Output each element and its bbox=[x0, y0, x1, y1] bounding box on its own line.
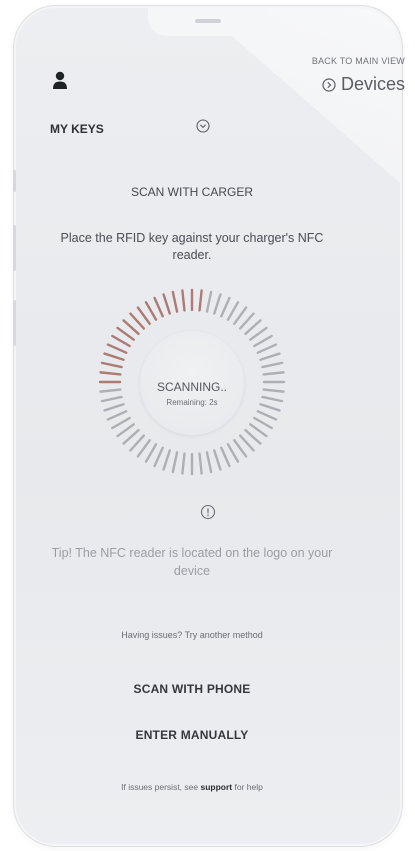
dial-tick-active bbox=[116, 326, 135, 341]
dial-tick-active bbox=[181, 289, 186, 312]
dial-tick bbox=[244, 319, 262, 336]
support-footer: If issues persist, see support for help bbox=[0, 782, 384, 792]
dial-tick bbox=[205, 451, 213, 474]
dial-tick-active bbox=[136, 306, 151, 325]
footer-prefix: If issues persist, see bbox=[121, 782, 199, 792]
phone-notch bbox=[148, 8, 268, 36]
dial-tick-active bbox=[100, 361, 123, 369]
dial-tick bbox=[116, 423, 135, 438]
dial-tick bbox=[256, 410, 278, 421]
dial-tick bbox=[136, 439, 151, 458]
devices-label: Devices bbox=[340, 74, 405, 94]
dial-tick bbox=[262, 371, 285, 376]
dial-tick-active bbox=[106, 343, 128, 354]
dial-tick bbox=[253, 416, 273, 430]
enter-manually-button[interactable]: ENTER MANUALLY bbox=[72, 722, 312, 748]
dial-tick-active bbox=[144, 301, 158, 321]
side-button bbox=[13, 225, 16, 271]
dial-tick-active bbox=[122, 319, 140, 336]
chevron-right-circle-icon bbox=[322, 77, 336, 92]
scan-title: SCAN WITH CARGER bbox=[130, 185, 253, 199]
dial-tick bbox=[226, 443, 240, 463]
dial-tick-active bbox=[99, 371, 122, 376]
dial-tick bbox=[122, 428, 140, 445]
chevron-down-circle-icon[interactable] bbox=[196, 119, 210, 133]
dial-tick bbox=[220, 296, 231, 318]
dial-tick bbox=[153, 446, 164, 468]
side-button bbox=[13, 300, 16, 346]
support-link[interactable]: support bbox=[201, 782, 233, 792]
dial-tick-active bbox=[129, 312, 146, 330]
dial-tick bbox=[259, 352, 281, 361]
dial-tick bbox=[198, 452, 203, 475]
dial-tick bbox=[261, 361, 284, 369]
notch-bar bbox=[195, 19, 221, 23]
person-icon[interactable] bbox=[52, 70, 68, 90]
dial-tick bbox=[144, 443, 158, 463]
dial-tick bbox=[233, 439, 248, 458]
dial-tick-active bbox=[171, 290, 179, 313]
my-keys-label[interactable]: MY KEYS bbox=[50, 122, 104, 136]
dial-tick bbox=[205, 290, 213, 313]
dial-tick bbox=[244, 428, 262, 445]
back-to-main-view-label[interactable]: BACK TO MAIN VIEW bbox=[312, 56, 405, 66]
alternative-methods-prompt: Having issues? Try another method bbox=[121, 630, 263, 640]
dial-tick-active bbox=[103, 352, 125, 361]
dial-tick bbox=[171, 451, 179, 474]
footer-suffix: for help bbox=[234, 782, 263, 792]
dial-tick bbox=[106, 410, 128, 421]
dial-tick bbox=[249, 326, 268, 341]
remaining-time: Remaining: 2s bbox=[166, 398, 218, 407]
dial-tick bbox=[238, 434, 255, 452]
info-circle-icon bbox=[200, 504, 216, 520]
dial-tick bbox=[226, 301, 240, 321]
dial-tick bbox=[111, 416, 131, 430]
dial-tick bbox=[233, 306, 248, 325]
dial-tick bbox=[162, 449, 171, 471]
dial-tick bbox=[213, 449, 222, 471]
dial-tick-active bbox=[111, 334, 131, 348]
dial-tick-active bbox=[198, 289, 203, 312]
dial-tick-active bbox=[153, 296, 164, 318]
nfc-tip: Tip! The NFC reader is located on the lo… bbox=[51, 546, 333, 578]
dial-tick bbox=[129, 434, 146, 452]
dial-tick bbox=[256, 343, 278, 354]
dial-tick bbox=[249, 423, 268, 438]
dial-tick bbox=[181, 452, 186, 475]
scan-instruction: Place the RFID key against your charger'… bbox=[60, 231, 324, 262]
dial-tick bbox=[238, 312, 255, 330]
dial-tick-active bbox=[162, 293, 171, 315]
scanning-status: SCANNING.. bbox=[156, 380, 227, 394]
scan-with-phone-button[interactable]: SCAN WITH PHONE bbox=[72, 676, 312, 702]
dial-tick bbox=[213, 293, 222, 315]
dial-tick bbox=[253, 334, 273, 348]
devices-link[interactable]: Devices bbox=[322, 74, 405, 95]
dial-tick bbox=[220, 446, 231, 468]
